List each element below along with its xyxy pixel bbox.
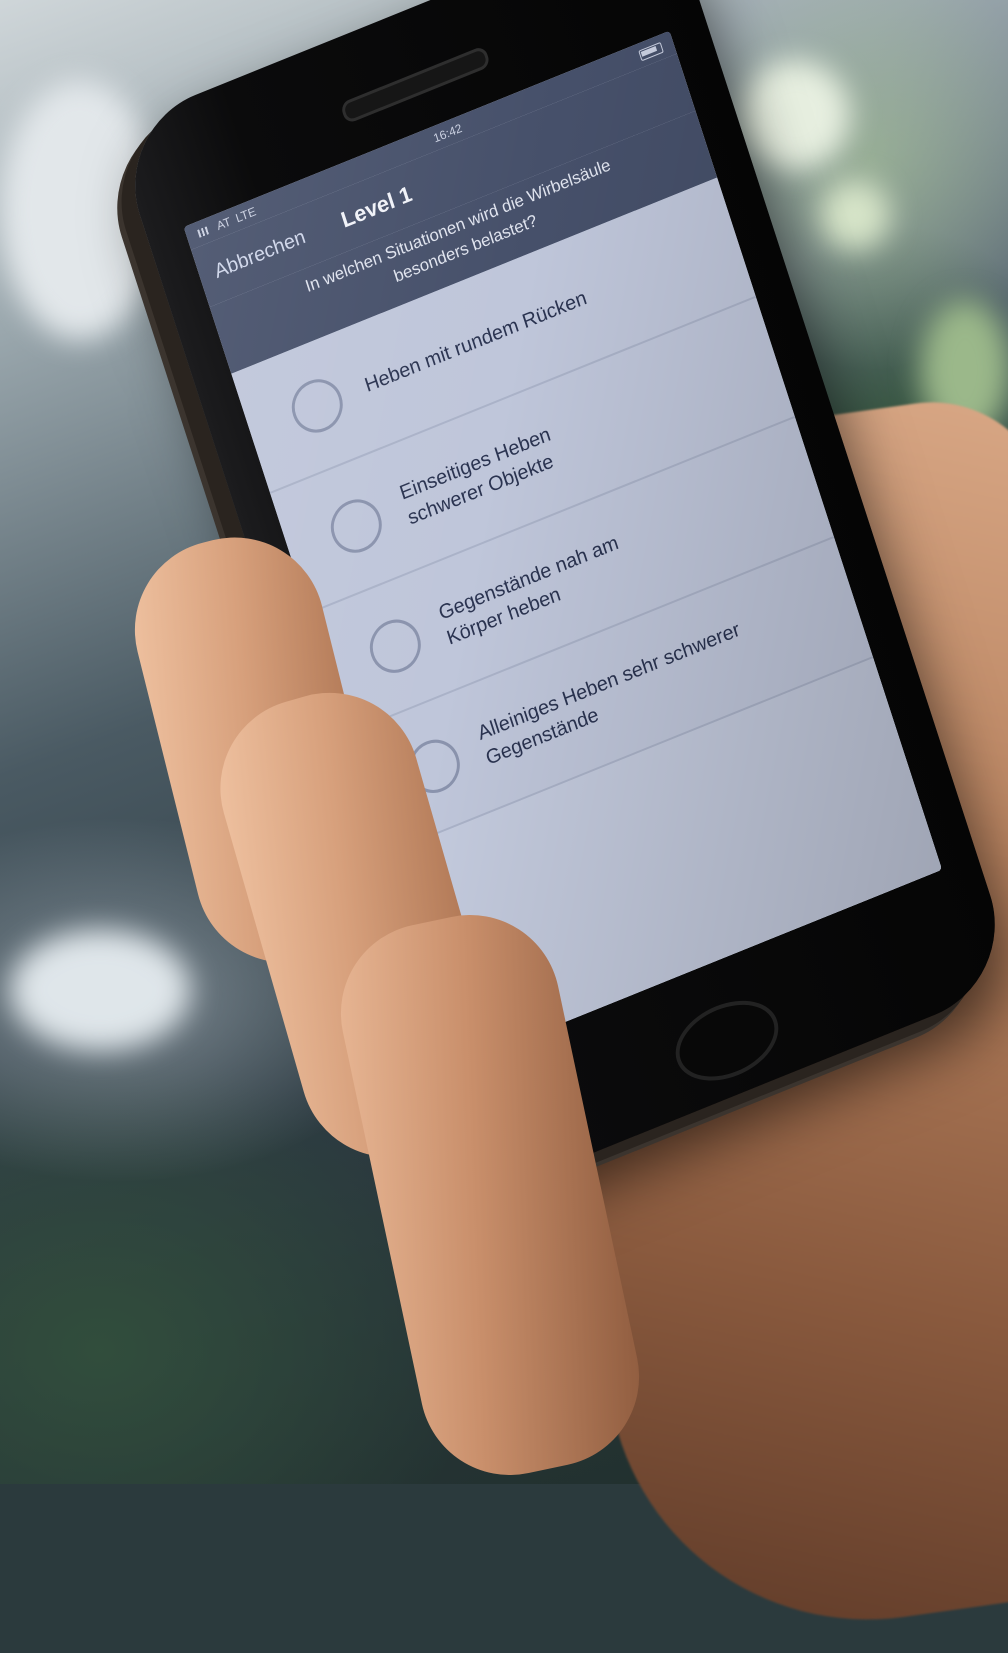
carrier-label: AT [214, 214, 233, 234]
answer-label: Einseitiges Heben schwerer Objekte [396, 421, 562, 531]
radio-unselected-icon[interactable] [285, 371, 350, 441]
radio-unselected-icon[interactable] [324, 491, 389, 561]
home-button[interactable] [665, 986, 789, 1096]
battery-icon [638, 41, 664, 61]
radio-unselected-icon[interactable] [363, 611, 428, 681]
network-label: LTE [233, 204, 258, 226]
page-title: Level 1 [337, 180, 415, 233]
signal-icon [197, 224, 213, 238]
